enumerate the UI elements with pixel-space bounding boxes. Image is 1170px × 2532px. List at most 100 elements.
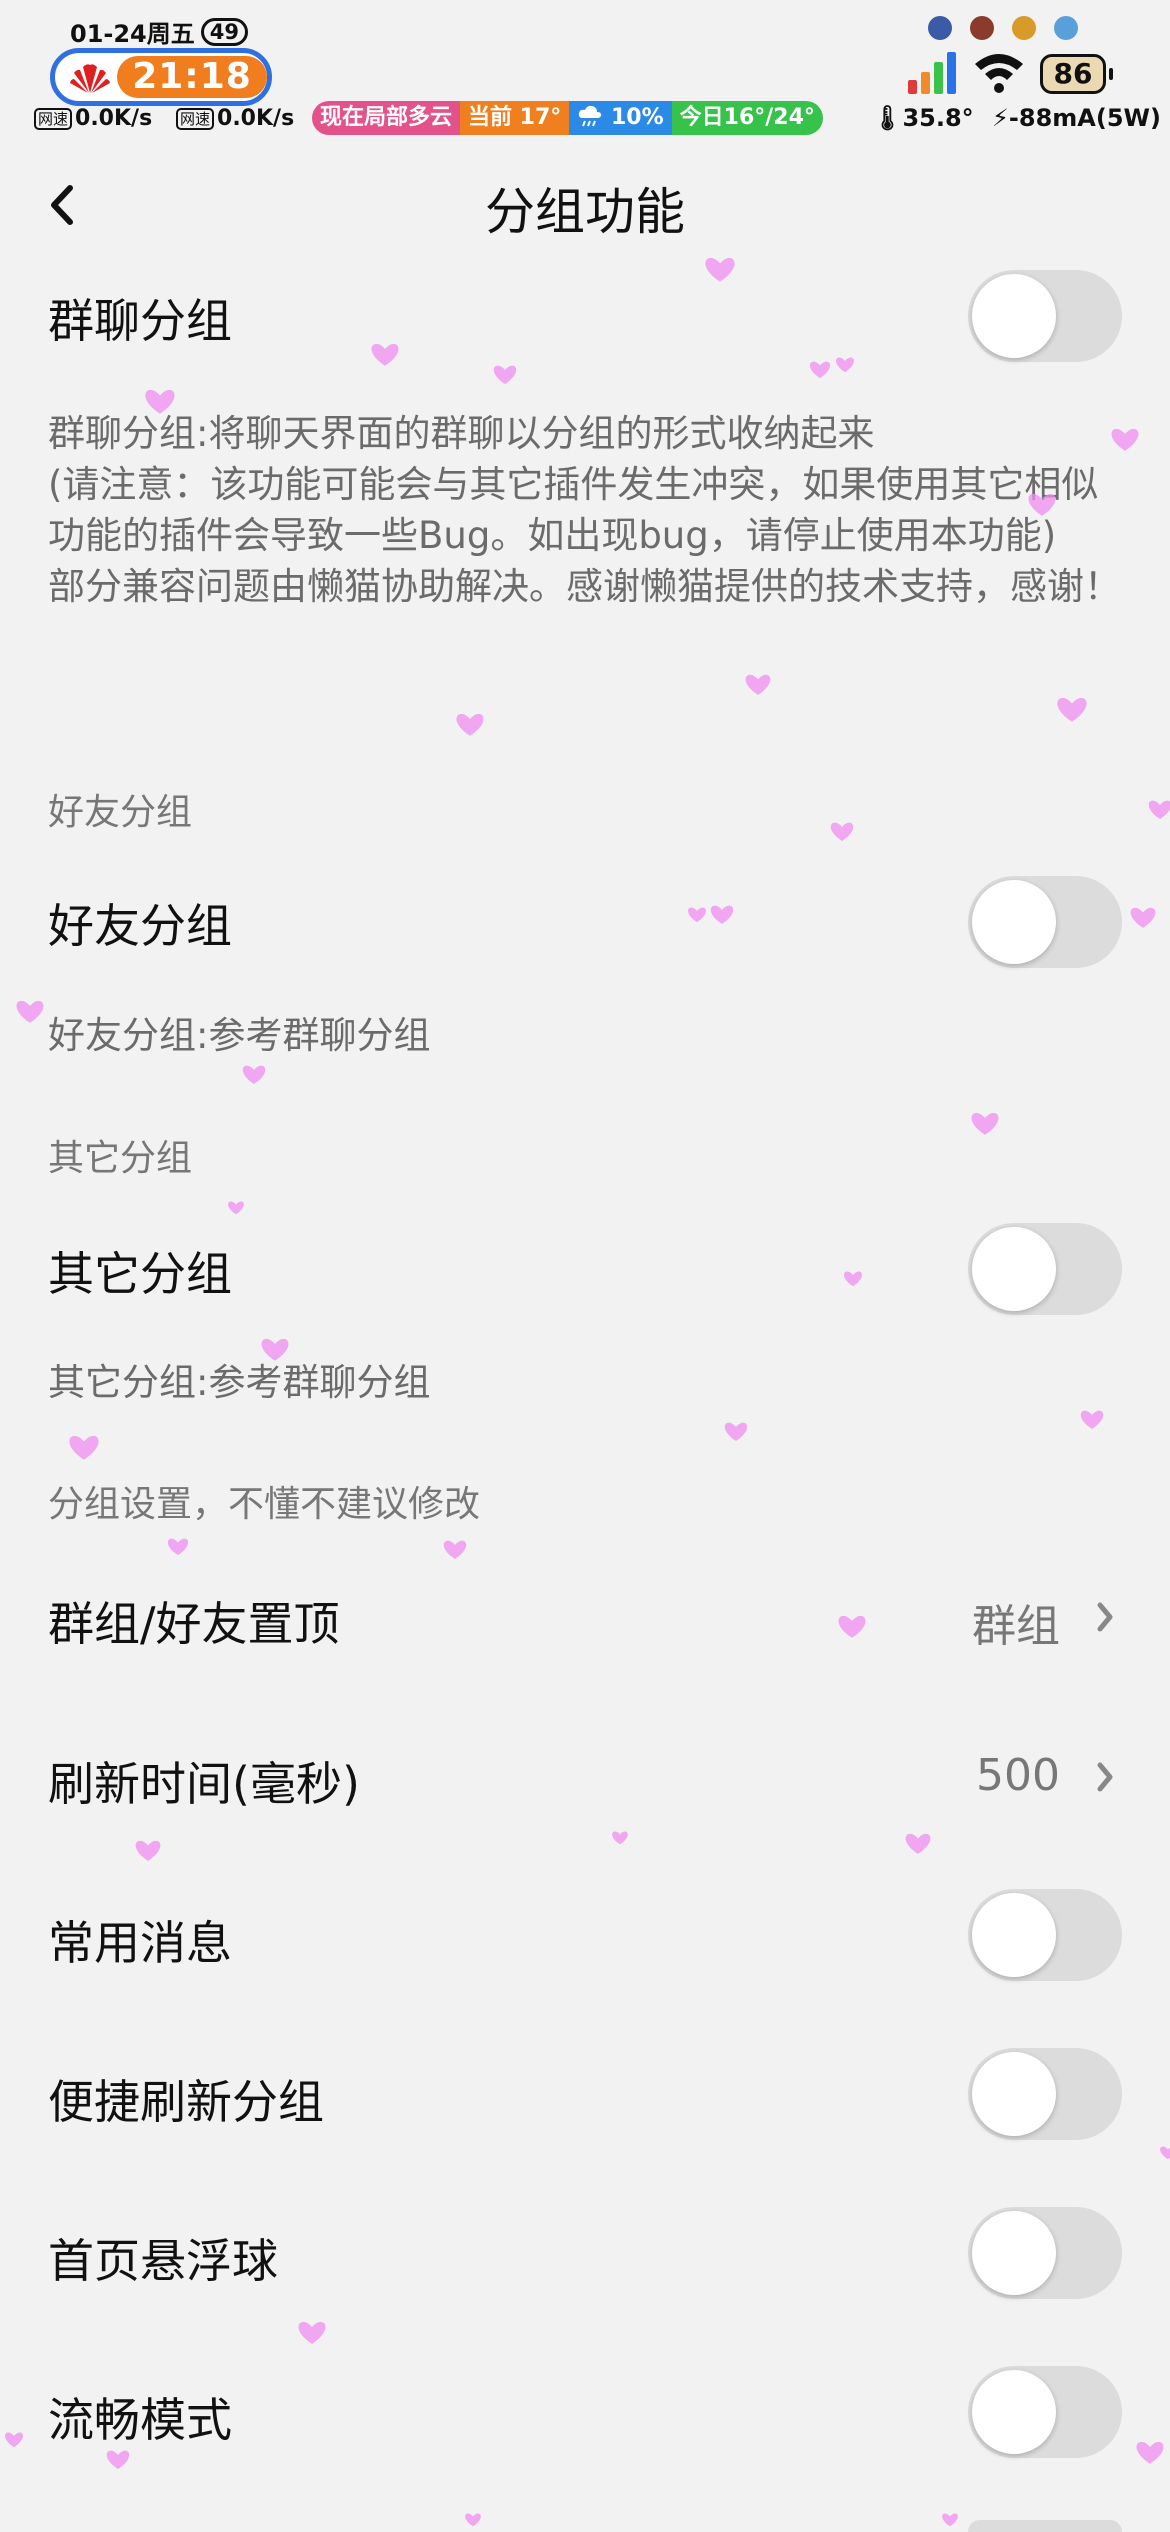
toggle-knob (972, 1893, 1056, 1977)
status-date: 01-24周五 49 (70, 14, 248, 49)
quick-refresh-toggle[interactable] (968, 2048, 1122, 2140)
heart-icon (228, 1201, 244, 1215)
net-speed-tag: 网速 (34, 107, 73, 130)
toggle-knob (972, 2370, 1056, 2454)
toggle-knob (972, 274, 1056, 358)
net-speed-1: 网速 0.0K/s (34, 106, 152, 131)
weather-current: 当前 17° (460, 101, 570, 135)
desc-line: (请注意：该功能可能会与其它插件发生冲突，如果使用其它相似功能的插件会导致一些B… (48, 463, 1099, 557)
heart-icon (1080, 1410, 1104, 1429)
battery-tip (1109, 68, 1113, 80)
date-text: 01-24周五 (70, 20, 195, 48)
status-clock: 21:18 (50, 48, 272, 106)
toggle-knob (972, 880, 1056, 964)
chevron-right-icon (1097, 1762, 1113, 1792)
wifi-icon (975, 54, 1023, 93)
common-msg-label: 常用消息 (48, 1916, 232, 1970)
group-chat-toggle[interactable] (968, 270, 1122, 362)
friend-group-description: 好友分组:参考群聊分组 (48, 1014, 431, 1057)
net-speed-value: 0.0K/s (75, 106, 153, 131)
temp-icon: 🌡 (872, 104, 903, 132)
chevron-right-icon (1097, 1602, 1113, 1632)
heart-icon (1148, 800, 1170, 819)
heart-icon (688, 907, 706, 923)
app-notification-icon (970, 16, 994, 40)
heart-icon (838, 1615, 866, 1638)
toggle-knob (972, 1227, 1056, 1311)
charge-icon: ⚡ (992, 104, 1009, 132)
toggle-knob (972, 2211, 1056, 2295)
heart-icon (905, 1833, 931, 1854)
heart-icon (1136, 2441, 1164, 2464)
battery-current: -88mA(5W) (1008, 104, 1161, 132)
float-ball-toggle[interactable] (968, 2207, 1122, 2299)
group-chat-description: 群聊分组:将聊天界面的群聊以分组的形式收纳起来 (请注意：该功能可能会与其它插件… (48, 408, 1128, 612)
pin-label: 群组/好友置顶 (48, 1597, 340, 1651)
smooth-mode-label: 流畅模式 (48, 2393, 232, 2447)
device-stats: 🌡35.8° ⚡-88mA(5W) (872, 104, 1161, 132)
heart-icon (942, 2513, 958, 2527)
weather-now: 现在局部多云 (312, 101, 461, 135)
weather-today: 今日16°/24° (671, 101, 823, 135)
heart-icon (745, 674, 771, 695)
heart-icon (371, 343, 399, 366)
other-group-description: 其它分组:参考群聊分组 (48, 1361, 431, 1404)
signal-bars-icon (908, 52, 956, 94)
heart-icon (298, 2321, 326, 2344)
heart-icon (705, 257, 735, 282)
heart-icon (5, 2432, 23, 2448)
rain-cloud-icon (579, 105, 602, 127)
other-group-toggle[interactable] (968, 1223, 1122, 1315)
refresh-value: 500 (976, 1750, 1060, 1801)
page-title: 分组功能 (485, 183, 685, 241)
other-group-label: 其它分组 (48, 1247, 232, 1301)
huawei-logo-icon (70, 64, 110, 93)
heart-icon (612, 1831, 628, 1845)
heart-icon (724, 1422, 748, 1441)
net-speed-value: 0.0K/s (217, 106, 295, 131)
app-notification-icon (1012, 16, 1036, 40)
app-notification-icon (928, 16, 952, 40)
desc-line: 部分兼容问题由懒猫协助解决。感谢懒猫提供的技术支持，感谢！ (48, 565, 1121, 608)
notification-icons (928, 16, 1078, 40)
next-toggle-partial[interactable] (968, 2520, 1122, 2532)
heart-icon (971, 1112, 999, 1135)
smooth-mode-toggle[interactable] (968, 2366, 1122, 2458)
notification-count-badge: 49 (200, 17, 248, 46)
heart-icon (830, 822, 854, 841)
section-header-other: 其它分组 (48, 1138, 193, 1179)
net-speed-tag: 网速 (176, 107, 215, 130)
heart-icon (1057, 697, 1087, 722)
clock-time: 21:18 (117, 56, 267, 98)
heart-icon (809, 361, 831, 379)
section-header-friend: 好友分组 (48, 792, 193, 833)
friend-group-toggle[interactable] (968, 876, 1122, 968)
weather-strip: 现在局部多云 当前 17° 10% 今日16°/24° (312, 101, 823, 135)
friend-group-label: 好友分组 (48, 899, 232, 953)
refresh-label: 刷新时间(毫秒) (48, 1757, 360, 1811)
heart-icon (836, 357, 854, 373)
heart-icon (135, 1840, 161, 1861)
heart-icon (1130, 907, 1156, 928)
heart-icon (69, 1435, 99, 1460)
common-msg-toggle[interactable] (968, 1889, 1122, 1981)
heart-icon (710, 905, 734, 924)
net-speed-2: 网速 0.0K/s (176, 106, 294, 131)
quick-refresh-label: 便捷刷新分组 (48, 2075, 324, 2129)
group-chat-label: 群聊分组 (48, 294, 232, 348)
toggle-knob (972, 2052, 1056, 2136)
battery-indicator: 86 (1040, 54, 1106, 94)
weather-rain: 10% (569, 101, 672, 135)
heart-icon (106, 2450, 130, 2469)
section-header-settings: 分组设置，不懂不建议修改 (48, 1484, 481, 1525)
float-ball-label: 首页悬浮球 (48, 2234, 278, 2288)
heart-icon (242, 1065, 266, 1084)
rain-chance: 10% (610, 105, 664, 130)
heart-icon (16, 1000, 44, 1023)
heart-icon (443, 1540, 467, 1559)
app-notification-icon (1054, 16, 1078, 40)
cpu-temp: 35.8° (902, 104, 974, 132)
heart-icon (465, 2513, 481, 2527)
heart-icon (1160, 2146, 1170, 2160)
heart-icon (493, 365, 517, 384)
